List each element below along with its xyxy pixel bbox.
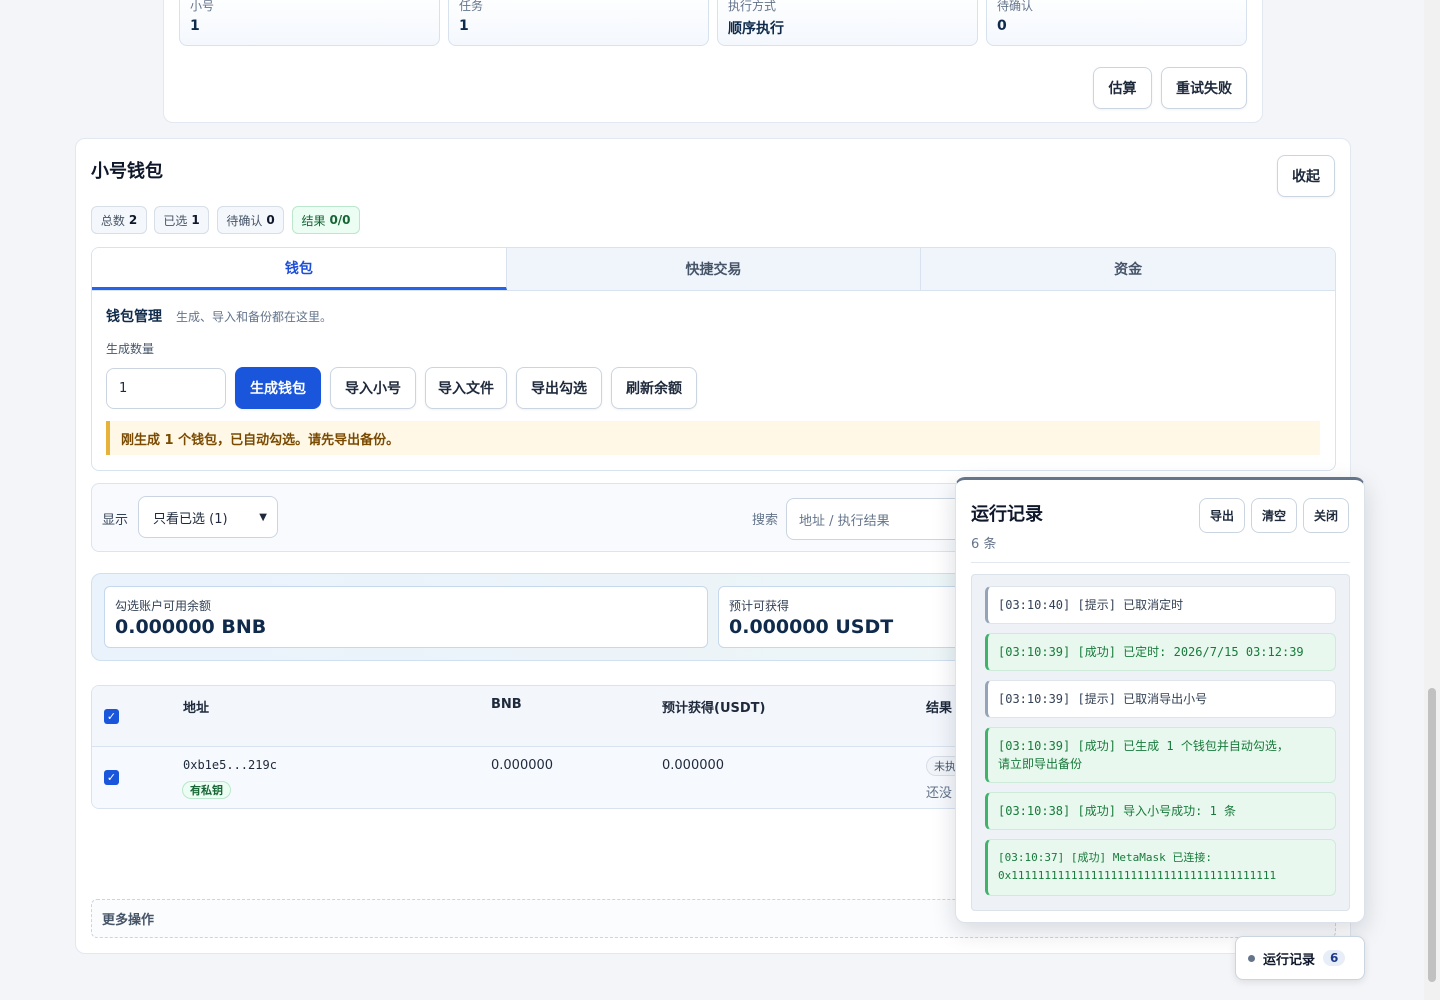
tab-bar: 钱包 快捷交易 资金 [92, 248, 1335, 291]
export-selected-button[interactable]: 导出勾选 [516, 367, 602, 409]
log-clear-button[interactable]: 清空 [1251, 498, 1297, 533]
import-file-button[interactable]: 导入文件 [425, 367, 507, 409]
show-label: 显示 [102, 513, 129, 528]
scrollbar-thumb[interactable] [1428, 688, 1436, 982]
task-summary-card: 小号 1 任务 1 执行方式 顺序执行 待确认 0 估算 重试失败 [163, 0, 1263, 123]
show-filter-select[interactable]: 只看已选 (1) ▼ [138, 496, 278, 538]
chip-results: 结果 0/0 [292, 206, 360, 234]
log-list: [03:10:40] [提示] 已取消定时 [03:10:39] [成功] 已定… [971, 574, 1350, 911]
page-scrollbar[interactable] [1424, 0, 1440, 1000]
chip-pending: 待确认 0 [217, 206, 284, 234]
wallet-tab-panel: 钱包 快捷交易 资金 钱包管理 生成、导入和备份都在这里。 生成数量 1 生成钱… [91, 247, 1336, 471]
log-entry: [03:10:39] [成功] 已定时: 2026/7/15 03:12:39 [985, 633, 1336, 671]
log-close-button[interactable]: 关闭 [1303, 498, 1349, 533]
row-bnb: 0.000000 [491, 758, 554, 773]
status-dot-icon [1248, 954, 1255, 962]
log-entry: [03:10:38] [成功] 导入小号成功: 1 条 [985, 792, 1336, 830]
search-label: 搜索 [752, 513, 779, 528]
chip-selected: 已选 1 [154, 206, 209, 234]
tab-quick-trade[interactable]: 快捷交易 [507, 248, 922, 290]
stat-sub-accounts: 小号 1 [179, 0, 440, 46]
gen-count-input[interactable]: 1 [106, 368, 226, 409]
log-entry: [03:10:40] [提示] 已取消定时 [985, 586, 1336, 624]
stat-exec-mode: 执行方式 顺序执行 [717, 0, 978, 46]
run-log-toggle[interactable]: 运行记录 6 [1235, 936, 1365, 980]
wallet-mgmt-desc: 生成、导入和备份都在这里。 [176, 310, 333, 324]
col-result: 结果 [926, 701, 953, 716]
log-entry: [03:10:39] [成功] 已生成 1 个钱包并自动勾选， 请立即导出备份 [985, 727, 1336, 783]
col-address: 地址 [183, 701, 210, 716]
log-export-button[interactable]: 导出 [1199, 498, 1245, 533]
refresh-balance-button[interactable]: 刷新余额 [611, 367, 697, 409]
stat-pending: 待确认 0 [986, 0, 1247, 46]
row-checkbox[interactable]: ✓ [104, 770, 119, 785]
gen-count-label: 生成数量 [106, 342, 155, 356]
chevron-down-icon: ▼ [259, 511, 267, 523]
wallet-mgmt-title: 钱包管理 [106, 309, 162, 325]
private-key-badge: 有私钥 [182, 781, 231, 799]
col-est-usdt: 预计获得(USDT) [662, 701, 766, 716]
selected-balance-card: 勾选账户可用余额 0.000000 BNB [104, 586, 708, 648]
log-count-badge: 6 [1323, 950, 1346, 966]
stat-tasks: 任务 1 [448, 0, 709, 46]
run-log-panel: 运行记录 6 条 导出 清空 关闭 [03:10:40] [提示] 已取消定时 … [955, 477, 1365, 923]
log-entry: [03:10:37] [成功] MetaMask 已连接: 0x111111111… [985, 839, 1336, 896]
wallet-title: 小号钱包 [91, 161, 163, 182]
retry-failed-button[interactable]: 重试失败 [1161, 67, 1247, 109]
row-address: 0xb1e5...219c [183, 758, 277, 772]
divider [971, 562, 1350, 563]
log-entry: [03:10:39] [提示] 已取消导出小号 [985, 680, 1336, 718]
log-title: 运行记录 [971, 504, 1043, 525]
tab-funds[interactable]: 资金 [921, 248, 1335, 290]
backup-notice: 刚生成 1 个钱包，已自动勾选。请先导出备份。 [106, 421, 1320, 455]
log-count: 6 条 [971, 537, 997, 552]
import-sub-button[interactable]: 导入小号 [330, 367, 416, 409]
generate-wallet-button[interactable]: 生成钱包 [235, 367, 321, 409]
collapse-button[interactable]: 收起 [1277, 155, 1335, 197]
row-result: 还没 [926, 786, 953, 801]
col-bnb: BNB [491, 697, 522, 712]
row-est: 0.000000 [662, 758, 725, 773]
chip-total: 总数 2 [91, 206, 147, 234]
select-all-checkbox[interactable]: ✓ [104, 709, 119, 724]
tab-wallet[interactable]: 钱包 [92, 248, 507, 290]
estimate-button[interactable]: 估算 [1093, 67, 1152, 109]
